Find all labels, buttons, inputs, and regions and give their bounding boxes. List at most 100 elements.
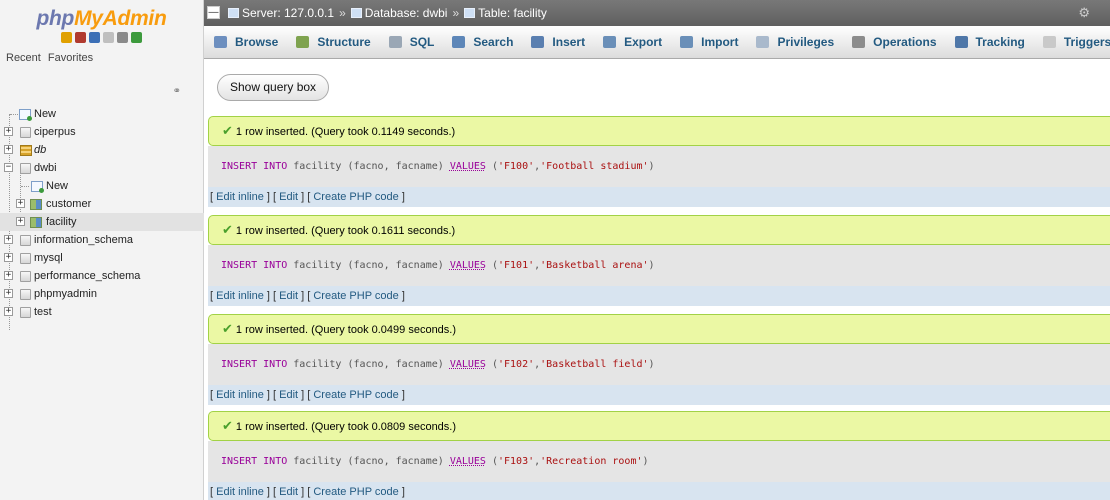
reload-icon[interactable] xyxy=(131,32,142,43)
tab-privileges[interactable]: Privileges xyxy=(756,35,834,49)
logo-text-php: php xyxy=(36,7,75,30)
tab-label: Browse xyxy=(235,35,279,49)
link-icon[interactable]: ⚭ xyxy=(173,86,181,97)
tree-label: dwbi xyxy=(34,162,57,174)
database-icon xyxy=(20,145,32,156)
expand-icon[interactable]: + xyxy=(4,145,13,154)
exit-icon[interactable] xyxy=(75,32,86,43)
edit-link[interactable]: Edit xyxy=(279,389,298,401)
tree-item-information-schema[interactable]: + information_schema xyxy=(0,231,204,249)
success-message: ✔ 1 row inserted. (Query took 0.0499 seco… xyxy=(208,314,1110,344)
sql-query-display[interactable]: INSERT INTO facility (facno, facname) VA… xyxy=(208,441,1110,482)
edit-inline-link[interactable]: Edit inline xyxy=(216,486,264,498)
tree-label: db xyxy=(34,144,47,156)
breadcrumb-table[interactable]: Table: facility xyxy=(464,6,547,20)
tab-tracking[interactable]: Tracking xyxy=(954,35,1025,49)
sql-keyword: INSERT xyxy=(221,161,258,172)
query-action-links: [ Edit inline ] [ Edit ] [ Create PHP co… xyxy=(208,482,1110,500)
sql-keyword-values[interactable]: VALUES xyxy=(450,359,486,370)
phpmyadmin-logo[interactable]: phpMyAdmin xyxy=(0,0,203,30)
success-message: ✔ 1 row inserted. (Query took 0.1149 seco… xyxy=(208,116,1110,146)
tree-item-ciperpus[interactable]: + ciperpus xyxy=(0,123,204,141)
tree-item-new[interactable]: New xyxy=(0,105,204,123)
success-message: ✔ 1 row inserted. (Query took 0.1611 seco… xyxy=(208,215,1110,245)
tab-browse[interactable]: Browse xyxy=(214,35,278,49)
new-icon xyxy=(19,109,32,121)
expand-icon[interactable]: + xyxy=(4,289,13,298)
expand-icon[interactable]: + xyxy=(4,235,13,244)
expand-icon[interactable]: + xyxy=(4,307,13,316)
sql-keyword: INTO xyxy=(263,260,288,271)
create-php-code-link[interactable]: Create PHP code xyxy=(313,389,398,401)
edit-inline-link[interactable]: Edit inline xyxy=(216,290,264,302)
logo-text-myadmin: MyAdmin xyxy=(74,7,167,30)
create-php-code-link[interactable]: Create PHP code xyxy=(313,486,398,498)
search-icon xyxy=(452,36,466,48)
sql-query-display[interactable]: INSERT INTO facility (facno, facname) VA… xyxy=(208,146,1110,187)
database-tree: New + ciperpus + db − dwbi New + custome… xyxy=(0,105,204,330)
settings-gear-icon[interactable]: ⚙ xyxy=(1078,0,1090,26)
docs-icon[interactable] xyxy=(103,32,114,43)
tab-export[interactable]: Export xyxy=(603,35,662,49)
sql-table-columns: facility (facno, facname) xyxy=(287,260,450,271)
create-php-code-link[interactable]: Create PHP code xyxy=(313,191,398,203)
breadcrumb-database[interactable]: Database: dwbi xyxy=(350,6,447,20)
expand-icon[interactable]: + xyxy=(4,271,13,280)
sql-query-display[interactable]: INSERT INTO facility (facno, facname) VA… xyxy=(208,344,1110,385)
query-action-links: [ Edit inline ] [ Edit ] [ Create PHP co… xyxy=(208,187,1110,207)
sql-keyword-values[interactable]: VALUES xyxy=(450,260,486,271)
tree-item-dwbi-new[interactable]: New xyxy=(0,177,204,195)
tab-recent[interactable]: Recent xyxy=(6,52,41,64)
expand-icon[interactable]: + xyxy=(16,217,25,226)
tree-item-test[interactable]: + test xyxy=(0,303,204,321)
tree-item-dwbi[interactable]: − dwbi xyxy=(0,159,204,177)
sql-string-facname: 'Football stadium' xyxy=(540,161,649,172)
sql-keyword-values[interactable]: VALUES xyxy=(450,456,486,467)
sql-query-display[interactable]: INSERT INTO facility (facno, facname) VA… xyxy=(208,245,1110,286)
tree-label: facility xyxy=(46,216,77,228)
edit-inline-link[interactable]: Edit inline xyxy=(216,389,264,401)
edit-link[interactable]: Edit xyxy=(279,191,298,203)
tab-label: Triggers xyxy=(1063,35,1110,49)
tab-search[interactable]: Search xyxy=(452,35,513,49)
expand-icon[interactable]: + xyxy=(4,127,13,136)
tab-label: Tracking xyxy=(975,35,1025,49)
breadcrumb-separator: » xyxy=(452,6,460,20)
database-icon xyxy=(20,127,31,138)
checkmark-icon: ✔ xyxy=(222,123,233,138)
tree-item-customer[interactable]: + customer xyxy=(0,195,204,213)
create-php-code-link[interactable]: Create PHP code xyxy=(313,290,398,302)
tab-favorites[interactable]: Favorites xyxy=(48,52,93,64)
quick-links xyxy=(0,32,203,50)
sql-punct: ) xyxy=(648,260,655,271)
expand-icon[interactable]: + xyxy=(4,253,13,262)
tree-item-db[interactable]: + db xyxy=(0,141,204,159)
home-icon[interactable] xyxy=(61,32,72,43)
edit-link[interactable]: Edit xyxy=(279,486,298,498)
tab-structure[interactable]: Structure xyxy=(296,35,371,49)
sql-icon xyxy=(388,36,402,48)
collapse-sidebar-icon[interactable]: — xyxy=(207,6,220,19)
help-icon[interactable] xyxy=(89,32,100,43)
collapse-icon[interactable]: − xyxy=(4,163,13,172)
tab-operations[interactable]: Operations xyxy=(852,35,937,49)
edit-inline-link[interactable]: Edit inline xyxy=(216,191,264,203)
tree-item-performance-schema[interactable]: + performance_schema xyxy=(0,267,204,285)
tab-insert[interactable]: Insert xyxy=(531,35,585,49)
tab-triggers[interactable]: Triggers xyxy=(1042,35,1110,49)
sql-keyword-values[interactable]: VALUES xyxy=(450,161,486,172)
show-query-box-button[interactable]: Show query box xyxy=(217,74,330,101)
expand-icon[interactable]: + xyxy=(16,199,25,208)
tab-sql[interactable]: SQL xyxy=(388,35,434,49)
success-message-text: 1 row inserted. (Query took 0.0809 secon… xyxy=(235,421,457,433)
settings-icon[interactable] xyxy=(117,32,128,43)
tab-import[interactable]: Import xyxy=(680,35,738,49)
sql-keyword: INSERT xyxy=(221,359,258,370)
tree-item-phpmyadmin[interactable]: + phpmyadmin xyxy=(0,285,204,303)
edit-link[interactable]: Edit xyxy=(279,290,298,302)
tree-label: test xyxy=(34,306,52,318)
breadcrumb-server[interactable]: Server: 127.0.0.1 xyxy=(228,6,334,20)
tree-item-facility[interactable]: + facility xyxy=(0,213,204,231)
tree-item-mysql[interactable]: + mysql xyxy=(0,249,204,267)
structure-icon xyxy=(296,36,310,48)
